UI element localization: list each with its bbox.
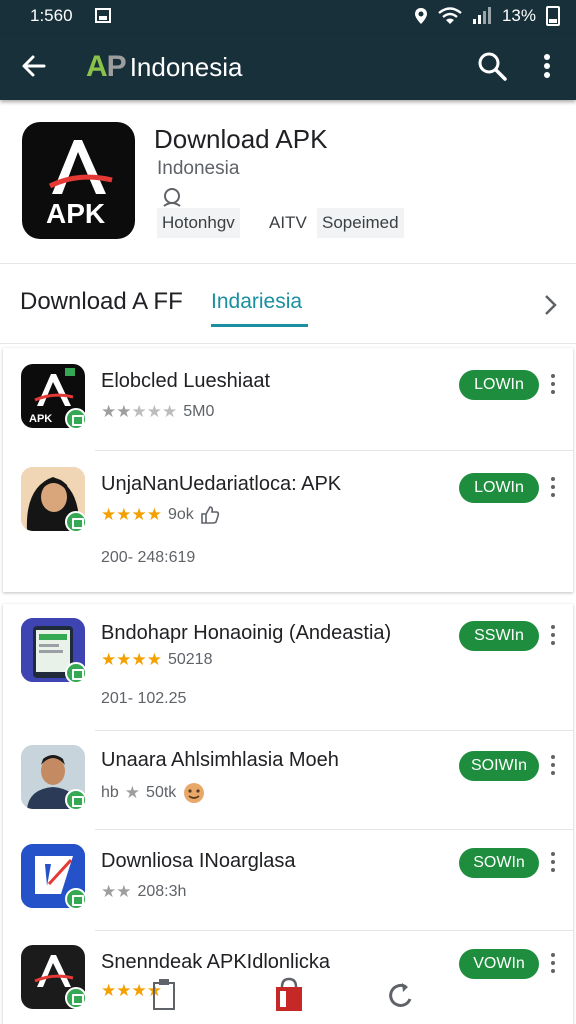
app-developer[interactable]: Indonesia (157, 158, 239, 180)
installed-badge-icon (65, 987, 87, 1009)
chevron-right-icon[interactable] (540, 292, 560, 318)
list-item-title: Snenndeak APKIdlonlicka (101, 951, 331, 973)
download-button[interactable]: SSWIn (459, 621, 539, 651)
thumbs-up-icon (200, 506, 219, 524)
download-button[interactable]: VOWIn (459, 949, 539, 979)
app-icon-text: APK (46, 198, 106, 229)
list-item-size: 50218 (167, 651, 213, 668)
app-list-card: Bndohapr Honaoinig (Andeastia) ★★★★ 5021… (3, 604, 573, 1024)
installed-badge-icon (65, 789, 87, 811)
list-item-meta: ★★ 208:3h (101, 882, 186, 902)
battery-percent: 13% (501, 6, 536, 25)
download-button[interactable]: LOWIn (459, 370, 539, 400)
download-button[interactable]: LOWIn (459, 473, 539, 503)
app-bar: AP Indonesia (0, 34, 576, 100)
status-time: 1:560 (30, 6, 73, 25)
rating-stars: ★★ (101, 882, 132, 901)
more-options-icon[interactable] (549, 852, 557, 874)
list-item[interactable]: Bndohapr Honaoinig (Andeastia) ★★★★ 5021… (3, 604, 573, 730)
more-options-icon[interactable] (549, 477, 557, 499)
list-item-title: UnjaNanUedariatloca: APK (101, 473, 342, 495)
list-item-title: Bndohapr Honaoinig (Andeastia) (101, 622, 392, 644)
notification-icon (95, 8, 111, 23)
list-item-date: 201- 102.25 (101, 690, 187, 707)
download-button[interactable]: SOWIn (459, 848, 539, 878)
chip-rating[interactable]: AITV (264, 208, 312, 238)
refresh-icon[interactable] (386, 975, 416, 1015)
location-icon (414, 8, 427, 24)
list-item-size: 5M0 (183, 403, 215, 420)
battery-icon (546, 6, 560, 26)
back-arrow-icon[interactable] (18, 50, 50, 82)
chip-category[interactable]: Hotonhgv (157, 208, 240, 238)
more-options-icon[interactable] (549, 755, 557, 777)
overflow-menu-icon[interactable] (532, 50, 562, 82)
section-header: Download A FF Indariesia (0, 264, 576, 344)
download-button[interactable]: SOIWIn (459, 751, 539, 781)
list-item-size: 208:3h (137, 883, 187, 900)
list-item[interactable]: Downliosa INoarglasa ★★ 208:3h SOWIn (3, 830, 573, 930)
list-item[interactable]: UnjaNanUedariatloca: APK ★★★★ 9ok 200- 2… (3, 451, 573, 591)
list-item-meta: ★★★★ 50218 (101, 650, 212, 670)
app-icon[interactable]: APK (22, 122, 135, 239)
wifi-icon (438, 7, 462, 24)
clipboard-icon[interactable] (150, 975, 178, 1015)
app-bar-title: AP Indonesia (86, 50, 242, 84)
list-item-meta: ★★★★ 9ok (101, 505, 220, 525)
list-item-title: Elobcled Lueshiaat (101, 370, 271, 392)
app-header: APK Download APK Indonesia Hotonhgv AITV… (0, 100, 576, 264)
list-item-date: 200- 248:619 (101, 549, 196, 566)
rating-stars: ★★★★ (101, 650, 162, 669)
more-options-icon[interactable] (549, 625, 557, 647)
search-icon[interactable] (476, 50, 508, 82)
svg-text:APK: APK (29, 413, 52, 425)
tab-indonesia[interactable]: Indariesia (211, 290, 302, 314)
tab-indicator (211, 324, 308, 327)
rating-stars: ★★★★ (101, 505, 162, 524)
app-list-card: APK Elobcled Lueshiaat ★★★★★ 5M0 LOWIn U… (3, 348, 573, 592)
brand-logo: AP (86, 50, 127, 83)
list-item-meta: hb ★ 50tk (101, 781, 206, 805)
list-item-title: Unaara Ahlsimhlasia Moeh (101, 749, 339, 771)
section-title: Download A FF (20, 288, 183, 315)
installed-badge-icon (65, 511, 87, 533)
list-item-prefix: hb (101, 784, 119, 801)
shopping-bag-icon[interactable] (272, 975, 306, 1015)
list-item[interactable]: Unaara Ahlsimhlasia Moeh hb ★ 50tk SOIWI… (3, 731, 573, 829)
status-bar: 1:560 13% (0, 0, 576, 34)
app-bar-title-text: Indonesia (129, 52, 243, 82)
more-options-icon[interactable] (549, 953, 557, 975)
list-item-meta: ★★★★★ 5M0 (101, 402, 214, 422)
installed-badge-icon (65, 888, 87, 910)
rating-stars: ★★★★★ (101, 402, 178, 421)
list-item-size: 9ok (167, 506, 194, 523)
list-item-size: 50tk (146, 784, 177, 801)
more-options-icon[interactable] (549, 374, 557, 396)
chip-tag[interactable]: Sopeimed (317, 208, 404, 238)
installed-badge-icon (65, 408, 87, 430)
list-item[interactable]: APK Elobcled Lueshiaat ★★★★★ 5M0 LOWIn (3, 348, 573, 450)
rating-stars: ★ (124, 783, 141, 802)
installed-badge-icon (65, 662, 87, 684)
list-item-title: Downliosa INoarglasa (101, 850, 296, 872)
rating-badge-icon (163, 188, 181, 207)
signal-icon (472, 7, 491, 24)
app-name: Download APK (154, 124, 328, 154)
emoji-face-icon (184, 783, 205, 803)
